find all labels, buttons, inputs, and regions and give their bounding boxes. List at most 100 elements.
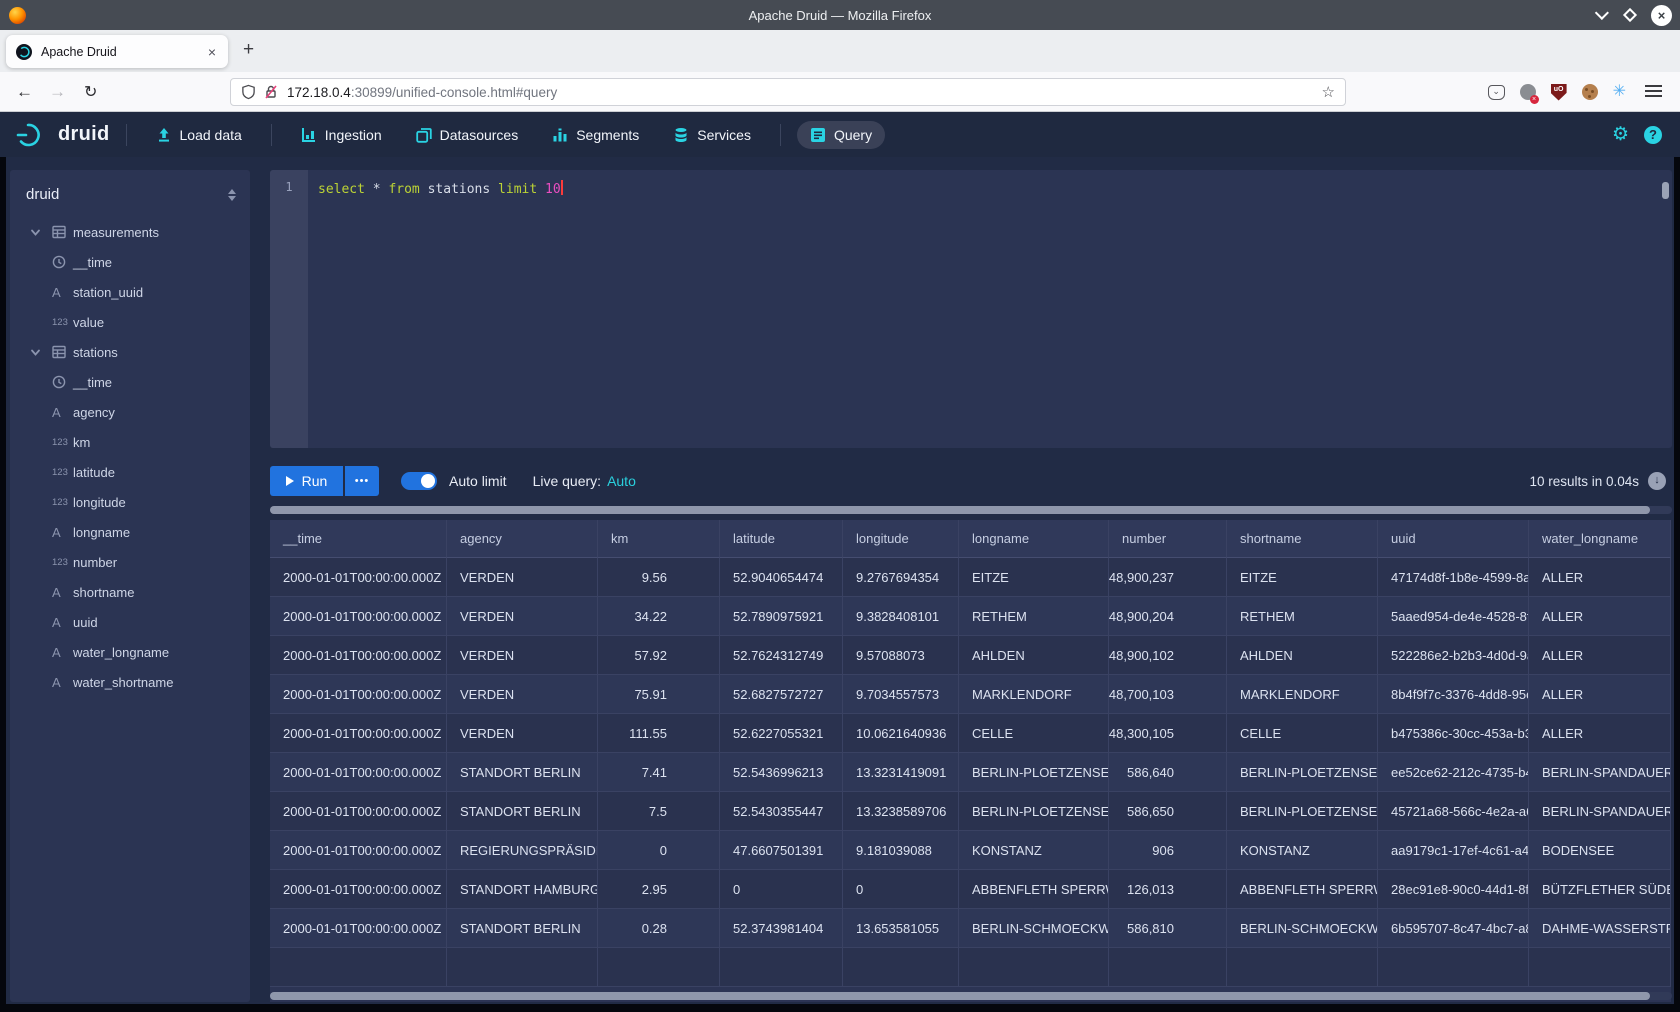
tree-table-measurements[interactable]: measurements [10,217,250,247]
table-cell[interactable]: BERLIN-SPANDAUER-S [1529,753,1671,792]
header-cell-latitude[interactable]: latitude [720,520,843,558]
table-cell[interactable]: 45721a68-566c-4e2a-a6 [1378,792,1529,831]
table-cell[interactable]: 9.3828408101 [843,597,959,636]
table-cell[interactable]: EITZE [959,558,1109,597]
table-cell[interactable]: 2.95 [598,870,720,909]
table-cell[interactable]: STANDORT HAMBURG [447,870,598,909]
chevron-down-icon[interactable] [30,347,52,358]
table-cell[interactable]: 52.9040654474 [720,558,843,597]
bookmark-star-icon[interactable]: ☆ [1322,83,1335,101]
table-cell[interactable]: 9.57088073 [843,636,959,675]
auto-limit-toggle[interactable] [401,472,437,490]
table-cell[interactable]: 48,700,103 [1109,675,1227,714]
table-cell[interactable]: BERLIN-SPANDAUER-S [1529,792,1671,831]
url-bar[interactable]: 172.18.0.4:30899/unified-console.html#qu… [230,78,1346,106]
table-cell[interactable]: VERDEN [447,558,598,597]
table-cell[interactable]: 522286e2-b2b3-4d0d-9a [1378,636,1529,675]
table-scrollbar-top[interactable] [270,506,1672,514]
tree-column-station-uuid[interactable]: Astation_uuid [10,277,250,307]
table-cell[interactable]: 7.5 [598,792,720,831]
tree-column-agency[interactable]: Aagency [10,397,250,427]
tree-column-km[interactable]: 123km [10,427,250,457]
run-more-button[interactable]: ••• [345,466,379,496]
table-cell[interactable]: ALLER [1529,714,1671,753]
table-cell[interactable]: 2000-01-01T00:00:00.000Z [270,909,447,948]
table-cell[interactable]: VERDEN [447,636,598,675]
run-button[interactable]: Run [270,466,343,496]
table-cell[interactable]: 13.653581055 [843,909,959,948]
tree-column---time[interactable]: __time [10,367,250,397]
header-cell-shortname[interactable]: shortname [1227,520,1378,558]
table-cell[interactable]: 586,810 [1109,909,1227,948]
table-cell[interactable]: 0 [598,831,720,870]
table-cell[interactable]: REGIERUNGSPRÄSIDIUM [447,831,598,870]
table-cell[interactable]: AHLDEN [1227,636,1378,675]
table-cell[interactable]: 586,650 [1109,792,1227,831]
nav-item-ingestion[interactable]: Ingestion [288,121,395,149]
table-cell[interactable]: 52.5436996213 [720,753,843,792]
nav-item-query[interactable]: Query [797,121,885,149]
table-cell[interactable]: 13.3238589706 [843,792,959,831]
table-cell[interactable]: 48,900,102 [1109,636,1227,675]
table-cell[interactable]: VERDEN [447,675,598,714]
table-cell[interactable]: 0.28 [598,909,720,948]
tree-column-water-shortname[interactable]: Awater_shortname [10,667,250,697]
editor-scrollbar[interactable] [1662,182,1669,199]
table-cell[interactable]: 0 [720,870,843,909]
table-cell[interactable]: STANDORT BERLIN [447,753,598,792]
tree-column-number[interactable]: 123number [10,547,250,577]
reload-icon[interactable]: ↻ [84,82,97,102]
table-cell[interactable]: 2000-01-01T00:00:00.000Z [270,753,447,792]
table-cell[interactable]: 2000-01-01T00:00:00.000Z [270,597,447,636]
table-cell[interactable]: ABBENFLETH SPERRWER [959,870,1109,909]
shield-icon[interactable] [241,84,256,100]
table-cell[interactable]: RETHEM [1227,597,1378,636]
tab-close-icon[interactable]: × [206,44,218,60]
table-cell[interactable]: BODENSEE [1529,831,1671,870]
header-cell-longname[interactable]: longname [959,520,1109,558]
tree-column-value[interactable]: 123value [10,307,250,337]
query-editor[interactable]: 1 select * from stations limit 10 [270,170,1672,448]
header-cell-uuid[interactable]: uuid [1378,520,1529,558]
tree-column-shortname[interactable]: Ashortname [10,577,250,607]
table-cell[interactable]: BERLIN-SCHMOECKWITZ [959,909,1109,948]
table-cell[interactable]: KONSTANZ [1227,831,1378,870]
nav-item-segments[interactable]: Segments [539,121,652,149]
table-cell[interactable]: KONSTANZ [959,831,1109,870]
tree-column-water-longname[interactable]: Awater_longname [10,637,250,667]
table-cell[interactable]: 52.3743981404 [720,909,843,948]
table-cell[interactable]: 52.7624312749 [720,636,843,675]
header-cell-water-longname[interactable]: water_longname [1529,520,1671,558]
table-cell[interactable]: 52.6227055321 [720,714,843,753]
table-cell[interactable]: 906 [1109,831,1227,870]
containers-icon[interactable] [1520,84,1536,100]
table-cell[interactable]: VERDEN [447,714,598,753]
table-cell[interactable]: 2000-01-01T00:00:00.000Z [270,831,447,870]
table-cell[interactable]: 126,013 [1109,870,1227,909]
table-cell[interactable]: 47174d8f-1b8e-4599-8a [1378,558,1529,597]
table-cell[interactable]: 28ec91e8-90c0-44d1-8fc [1378,870,1529,909]
asterisk-extension-icon[interactable]: ✳ [1613,84,1626,100]
table-cell[interactable]: 57.92 [598,636,720,675]
table-cell[interactable]: 9.7034557573 [843,675,959,714]
table-cell[interactable]: 0 [843,870,959,909]
table-cell[interactable]: ALLER [1529,675,1671,714]
settings-gear-icon[interactable]: ⚙ [1612,123,1629,146]
table-cell[interactable]: 111.55 [598,714,720,753]
table-cell[interactable]: BERLIN-SCHMOECKWITZ [1227,909,1378,948]
table-cell[interactable]: BERLIN-PLOETZENSEE C [959,753,1109,792]
table-cell[interactable]: MARKLENDORF [1227,675,1378,714]
header-cell-number[interactable]: number [1109,520,1227,558]
ublock-icon[interactable]: uO [1551,84,1567,101]
table-cell[interactable]: 10.0621640936 [843,714,959,753]
header-cell-agency[interactable]: agency [447,520,598,558]
table-cell[interactable]: aa9179c1-17ef-4c61-a48 [1378,831,1529,870]
header-cell-longitude[interactable]: longitude [843,520,959,558]
table-cell[interactable]: RETHEM [959,597,1109,636]
table-cell[interactable]: BERLIN-PLOETZENSEE C [1227,753,1378,792]
table-cell[interactable]: 48,300,105 [1109,714,1227,753]
table-cell[interactable]: 9.2767694354 [843,558,959,597]
table-cell[interactable]: b475386c-30cc-453a-b3 [1378,714,1529,753]
table-cell[interactable]: 586,640 [1109,753,1227,792]
table-cell[interactable]: 47.6607501391 [720,831,843,870]
